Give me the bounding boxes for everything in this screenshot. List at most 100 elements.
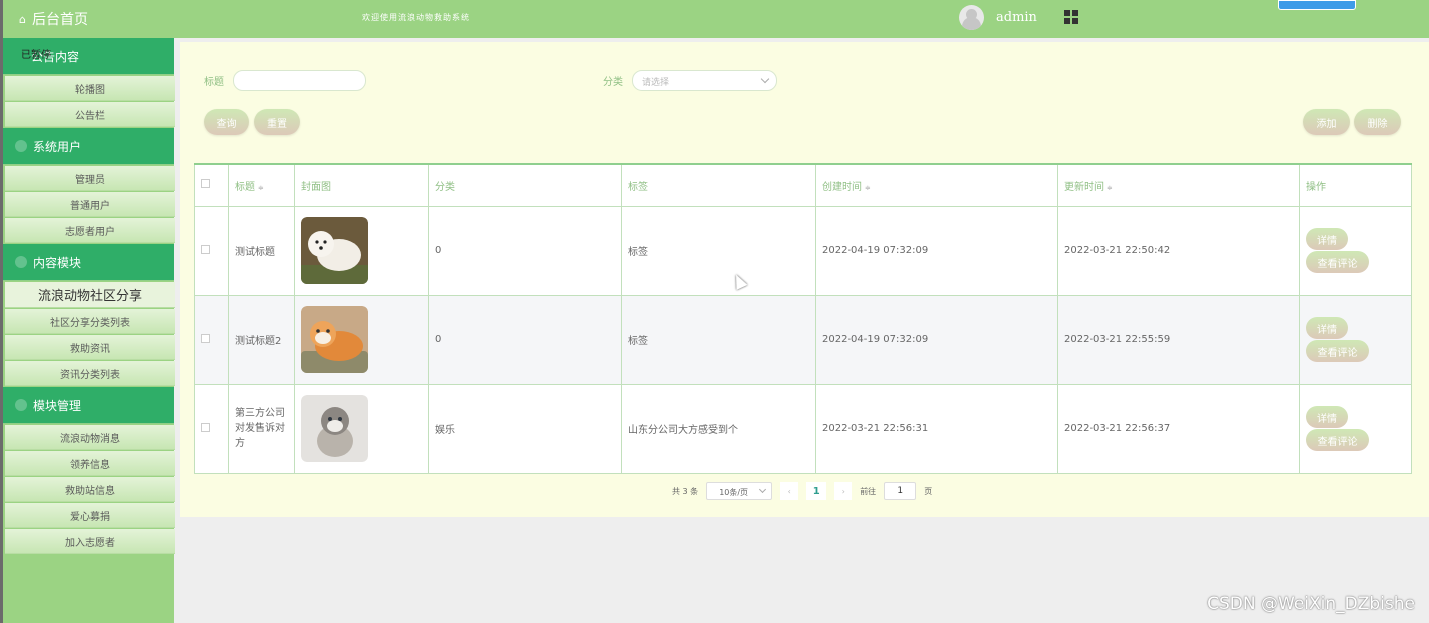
cell-updated: 2022-03-21 22:56:37 (1057, 383, 1300, 474)
paused-label: 已暂停 (21, 50, 51, 61)
cell-tag: 标签 (621, 294, 816, 385)
welcome-text: 欢迎使用流浪动物救助系统 (362, 13, 470, 22)
top-bar: 欢迎使用流浪动物救助系统 admin (174, 0, 1429, 38)
sidebar: ⌂ 后台首页 已暂停 公告内容 轮播图 公告栏 系统用户 管理员 普通用户 志愿… (0, 0, 175, 623)
row-checkbox[interactable] (201, 244, 210, 254)
detail-button[interactable]: 详情 (1306, 317, 1348, 339)
select-all-checkbox[interactable] (201, 179, 210, 189)
header-cover: 封面图 (294, 163, 429, 207)
reset-button[interactable]: 重置 (254, 109, 300, 135)
row-select-cell[interactable] (194, 383, 229, 474)
cell-created: 2022-04-19 07:32:09 (815, 294, 1058, 385)
sidebar-group-label: 系统用户 (33, 139, 82, 154)
cell-updated: 2022-03-21 22:50:42 (1057, 205, 1300, 296)
row-select-cell[interactable] (194, 205, 229, 296)
category-filter-select[interactable]: 请选择 (632, 70, 777, 91)
title-filter-input[interactable] (233, 70, 366, 91)
sidebar-item-news-categories[interactable]: 资讯分类列表 (5, 361, 175, 386)
cell-created: 2022-03-21 22:56:31 (815, 383, 1058, 474)
table-row: 第三方公司对发售诉对方 娱乐 山东分公司大方感受到个 2022-03-21 22… (194, 383, 1412, 474)
pagination: 共 3 条 10条/页 ‹ 1 › 前往 1 页 (672, 482, 932, 500)
header-created[interactable]: 创建时间 ≑ (815, 163, 1058, 207)
chevron-down-icon (760, 74, 770, 84)
sidebar-group-content[interactable]: 内容模块 (3, 244, 174, 281)
cell-created: 2022-04-19 07:32:09 (815, 205, 1058, 296)
sidebar-item-bulletin[interactable]: 公告栏 (5, 102, 175, 127)
cell-category: 娱乐 (428, 383, 622, 474)
user-avatar-icon[interactable] (959, 5, 984, 30)
cell-updated: 2022-03-21 22:55:59 (1057, 294, 1300, 385)
view-comments-button[interactable]: 查看评论 (1306, 340, 1369, 362)
sidebar-group-label: 内容模块 (33, 255, 82, 270)
sidebar-item-rescue-news[interactable]: 救助资讯 (5, 335, 175, 360)
kitten-photo[interactable] (301, 395, 368, 462)
cell-category: 0 (428, 205, 622, 296)
sidebar-item-admins[interactable]: 管理员 (5, 166, 175, 191)
prev-page-button[interactable]: ‹ (780, 482, 799, 500)
cell-title: 测试标题2 (228, 294, 295, 385)
detail-button[interactable]: 详情 (1306, 228, 1348, 250)
sidebar-home[interactable]: ⌂ 后台首页 (3, 0, 174, 38)
cell-title: 测试标题 (228, 205, 295, 296)
goto-page-input[interactable]: 1 (884, 482, 917, 500)
title-filter-label: 标题 (204, 77, 224, 88)
chevron-down-icon (759, 485, 767, 494)
row-select-cell[interactable] (194, 294, 229, 385)
cell-ops: 详情 查看评论 (1299, 205, 1412, 296)
sidebar-item-users[interactable]: 普通用户 (5, 192, 175, 217)
category-filter-label: 分类 (603, 77, 623, 88)
grid-menu-icon[interactable] (1064, 10, 1078, 24)
white-dog-photo[interactable] (301, 217, 368, 284)
header-category: 分类 (428, 163, 622, 207)
user-group-icon (15, 140, 27, 152)
sidebar-item-carousel[interactable]: 轮播图 (5, 76, 175, 101)
add-button[interactable]: 添加 (1303, 109, 1350, 135)
orange-cat-photo[interactable] (301, 306, 368, 373)
sidebar-item-adoption[interactable]: 领养信息 (5, 451, 175, 476)
cell-tag: 标签 (621, 205, 816, 296)
sidebar-item-join-volunteer[interactable]: 加入志愿者 (5, 529, 175, 554)
table-header-row: 标题 ≑ 封面图 分类 标签 创建时间 ≑ 更新时间 ≑ 操作 (194, 163, 1412, 207)
sidebar-group-system-users[interactable]: 系统用户 (3, 128, 174, 165)
cell-ops: 详情 查看评论 (1299, 383, 1412, 474)
table-row: 测试标题2 0 标签 2022-04-19 07:32:09 2022-03-2… (194, 294, 1412, 385)
header-title[interactable]: 标题 ≑ (228, 163, 295, 207)
sidebar-item-volunteers[interactable]: 志愿者用户 (5, 218, 175, 243)
view-comments-button[interactable]: 查看评论 (1306, 251, 1369, 273)
sidebar-item-share-categories[interactable]: 社区分享分类列表 (5, 309, 175, 334)
pagination-total: 共 3 条 (672, 486, 699, 496)
row-checkbox[interactable] (201, 422, 210, 432)
query-button[interactable]: 查询 (204, 109, 249, 135)
sidebar-item-rescue-stations[interactable]: 救助站信息 (5, 477, 175, 502)
page-number-current[interactable]: 1 (806, 482, 827, 500)
cell-cover (294, 383, 429, 474)
sidebar-group-modules[interactable]: 模块管理 (3, 387, 174, 424)
cell-cover (294, 294, 429, 385)
page-size-value: 10条/页 (719, 488, 749, 497)
data-table: 标题 ≑ 封面图 分类 标签 创建时间 ≑ 更新时间 ≑ 操作 测试标题 0 标… (194, 163, 1412, 474)
delete-button[interactable]: 删除 (1354, 109, 1401, 135)
content-icon (15, 256, 27, 268)
sidebar-group-label: 模块管理 (33, 398, 82, 413)
sidebar-item-donations[interactable]: 爱心募捐 (5, 503, 175, 528)
row-checkbox[interactable] (201, 333, 210, 343)
table-row: 测试标题 0 标签 2022-04-19 07:32:09 2022-03-21… (194, 205, 1412, 296)
sidebar-item-stray-news[interactable]: 流浪动物消息 (5, 425, 175, 450)
next-page-button[interactable]: › (834, 482, 853, 500)
page-size-select[interactable]: 10条/页 (706, 482, 773, 500)
view-comments-button[interactable]: 查看评论 (1306, 429, 1369, 451)
sort-icon[interactable]: ≑ (258, 184, 264, 192)
sidebar-group-announcement[interactable]: 已暂停 公告内容 (3, 38, 174, 75)
username[interactable]: admin (996, 10, 1037, 25)
category-placeholder: 请选择 (642, 78, 670, 88)
sort-icon[interactable]: ≑ (1107, 184, 1113, 192)
header-updated[interactable]: 更新时间 ≑ (1057, 163, 1300, 207)
detail-button[interactable]: 详情 (1306, 406, 1348, 428)
cell-cover (294, 205, 429, 296)
sidebar-item-community-share[interactable]: 流浪动物社区分享 (5, 282, 175, 308)
sort-icon[interactable]: ≑ (865, 184, 871, 192)
goto-suffix: 页 (924, 486, 933, 496)
select-all-cell[interactable] (194, 163, 229, 207)
blue-badge (1278, 0, 1356, 10)
cell-tag: 山东分公司大方感受到个 (621, 383, 816, 474)
